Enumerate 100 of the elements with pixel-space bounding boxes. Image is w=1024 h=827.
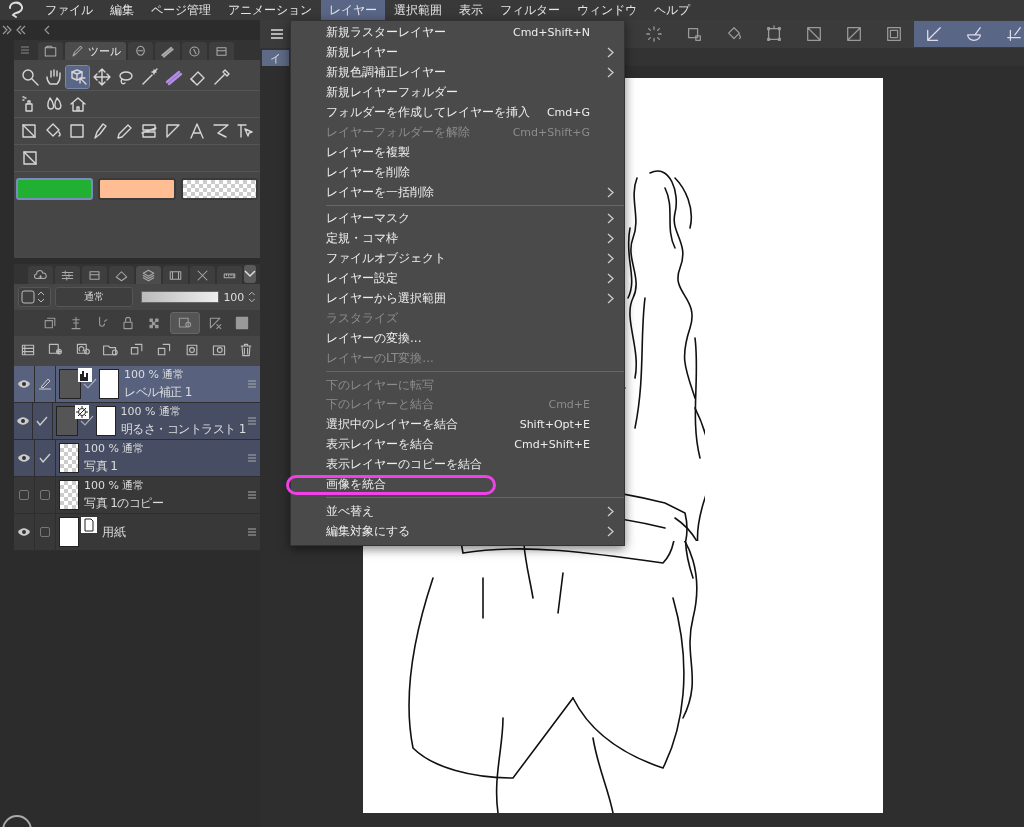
menu-item[interactable]: 表示レイヤーのコピーを結合 [291,454,624,475]
eye-icon[interactable] [16,416,31,426]
edit-checkbox[interactable] [40,490,50,500]
panel-tab[interactable] [136,266,161,284]
dots-icon [146,315,162,331]
layer-row[interactable]: 100 % 通常 明るさ・コントラスト 1 [14,403,260,440]
layer-row[interactable]: 100 % 通常 レベル補正 1 [14,366,260,403]
eye-icon[interactable] [17,453,31,463]
menu-bar-item[interactable]: アニメーション [220,0,320,20]
dropdown-button[interactable] [244,265,256,283]
panel-tab[interactable] [182,42,207,60]
menu-item[interactable]: 新規ラスターレイヤー Cmd+Shift+N [291,23,624,43]
layer-color-select[interactable] [18,287,51,307]
menu-item[interactable]: レイヤーマスク [291,209,624,229]
histogram-icon [78,368,92,382]
check-icon[interactable] [39,453,51,463]
menu-item[interactable]: フォルダーを作成してレイヤーを挿入 Cmd+G [291,102,624,123]
menu-bar-item[interactable]: ページ管理 [143,0,219,20]
menu-bar-item[interactable]: ヘルプ [646,0,698,20]
head-icon [133,43,148,59]
menu-bar-item[interactable]: レイヤー [321,0,385,20]
menu-bar-item[interactable]: 編集 [102,0,142,20]
drag-handle-icon[interactable] [248,528,256,536]
color-swatch[interactable] [98,178,176,200]
layer-name: 用紙 [102,523,125,541]
app-logo-icon [6,1,26,19]
opacity-slider[interactable] [140,291,220,303]
layer-mode: 100 % 通常 [84,441,145,456]
menu-item[interactable]: レイヤー設定 [291,268,624,289]
stepper-icon[interactable] [248,290,256,304]
layer-tool-button[interactable] [170,312,200,334]
panel-tab[interactable] [209,42,234,60]
menu-item[interactable]: レイヤーを複製 [291,142,624,163]
panel-tab[interactable] [38,42,63,60]
menu-item[interactable]: 画像を統合 [291,474,624,495]
panel-tab[interactable] [190,266,215,284]
layer-thumbnail [59,443,79,473]
menu-item[interactable]: 並べ替え [291,501,624,522]
toolbar-button[interactable] [914,21,954,47]
menu-item[interactable]: 選択中のレイヤーを結合 Shift+Opt+E [291,414,624,435]
adjustment-thumbnail [59,369,81,399]
panel-tab[interactable] [128,42,153,60]
eye-icon[interactable] [17,527,31,537]
list-icon [20,342,36,358]
layer-row[interactable]: 100 % 通常 写真 1 [14,440,260,477]
transparent-swatch[interactable] [180,178,258,200]
lock-icon [120,315,136,331]
zoom-icon [19,67,40,87]
tool-button[interactable] [66,66,89,88]
panel-tab[interactable] [55,266,80,284]
mask-thumbnail [99,369,119,399]
link-check-icon [79,415,94,427]
menu-item[interactable]: 新規レイヤーフォルダー [291,82,624,103]
menu-item[interactable]: ファイルオブジェクト [291,248,624,269]
panel-tab[interactable]: ツール [65,42,126,60]
menu-item[interactable]: 編集対象にする [291,521,624,542]
panel-tab[interactable] [82,266,107,284]
blend-mode-select[interactable]: 通常 [54,287,133,307]
edit-checkbox[interactable] [40,527,50,537]
layer-row[interactable]: 100 % 通常 写真 1のコピー [14,477,260,514]
panel-tab[interactable] [217,266,242,284]
new-folder-icon [101,342,118,358]
curve-icon [210,121,231,141]
drag-handle-icon[interactable] [248,491,256,499]
menu-bar-item[interactable]: フィルター [492,0,568,20]
menu-item[interactable]: レイヤーから選択範囲 [291,288,624,309]
menu-item[interactable]: 新規レイヤー [291,42,624,63]
panel-tab[interactable] [109,266,134,284]
drag-handle-icon[interactable] [248,380,256,388]
visibility-checkbox[interactable] [19,490,29,500]
spinner-icon [645,25,663,43]
menu-bar-item[interactable]: ウィンドウ [569,0,645,20]
paper-thumbnail [59,517,79,547]
menu-bar-item[interactable]: 表示 [451,0,491,20]
menu-item[interactable]: 定規・コマ枠 [291,228,624,249]
toolbar-button[interactable] [994,21,1024,47]
opacity-value: 100 [223,290,245,304]
menu-bar-item[interactable]: 選択範囲 [386,0,450,20]
panel-tab[interactable] [28,266,53,284]
drag-handle-icon[interactable] [248,417,256,425]
menu-item[interactable]: レイヤーを一括削除 [291,182,624,202]
layers-icon [141,267,156,283]
border-icon [885,25,903,43]
check-icon[interactable] [36,416,49,426]
panel-tab[interactable] [155,42,180,60]
select-dots-icon [685,25,703,43]
menu-bar-item[interactable]: ファイル [37,0,101,20]
menu-item[interactable]: レイヤーを削除 [291,162,624,183]
eye-icon[interactable] [17,379,31,389]
menu-item[interactable]: 表示レイヤーを結合 Cmd+Shift+E [291,434,624,455]
block-icon [234,315,250,331]
layer-row[interactable]: 用紙 [14,514,260,551]
menu-item[interactable]: レイヤーの変換... [291,328,624,349]
drag-handle-icon[interactable] [248,454,256,462]
color-swatch[interactable] [16,178,94,200]
document-tab[interactable]: イ [262,50,289,66]
merge-up-icon [129,342,145,358]
tool-button[interactable] [90,66,113,88]
menu-item[interactable]: 新規色調補正レイヤー [291,62,624,83]
panel-tab[interactable] [163,266,188,284]
